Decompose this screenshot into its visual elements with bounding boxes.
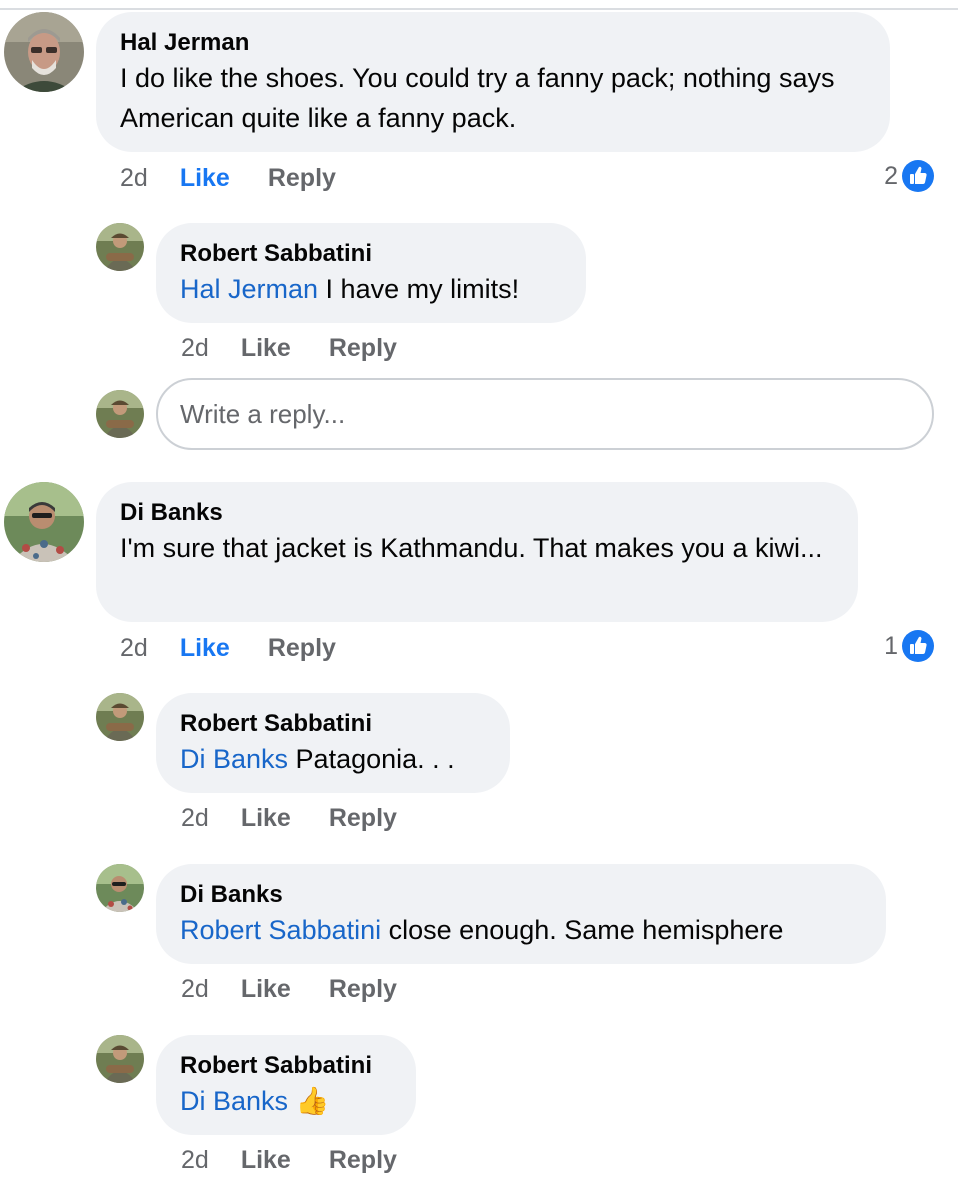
reply-actions: 2d Like Reply — [181, 972, 397, 1006]
comment-time[interactable]: 2d — [120, 634, 148, 663]
mention-link[interactable]: Hal Jerman — [180, 274, 318, 304]
reply-input-box[interactable] — [156, 378, 934, 450]
thumbs-up-icon — [902, 630, 934, 662]
thumbs-up-icon — [902, 160, 934, 192]
reply-author[interactable]: Di Banks — [180, 880, 862, 910]
reply-time[interactable]: 2d — [181, 1146, 209, 1175]
avatar-di-banks[interactable] — [4, 482, 84, 562]
comment-text: I do like the shoes. You could try a fan… — [120, 63, 835, 133]
reply-body: 👍 — [288, 1086, 330, 1116]
reply-time[interactable]: 2d — [181, 975, 209, 1004]
reply-input[interactable] — [180, 380, 900, 448]
reply-body: Patagonia. . . — [288, 744, 455, 774]
reply-time[interactable]: 2d — [181, 804, 209, 833]
reply-button[interactable]: Reply — [329, 804, 397, 833]
comment-bubble: Di Banks I'm sure that jacket is Kathman… — [96, 482, 858, 622]
reply-actions: 2d Like Reply — [181, 801, 397, 835]
reaction-summary[interactable]: 2 — [884, 158, 934, 194]
reply-text: Hal Jerman I have my limits! — [180, 269, 562, 309]
reply-button[interactable]: Reply — [329, 334, 397, 363]
reply-body: close enough. Same hemisphere — [381, 915, 784, 945]
like-button[interactable]: Like — [241, 334, 291, 363]
reply-button[interactable]: Reply — [268, 164, 336, 193]
like-button[interactable]: Like — [180, 634, 230, 663]
comment-bubble: Hal Jerman I do like the shoes. You coul… — [96, 12, 890, 152]
like-button[interactable]: Like — [241, 1146, 291, 1175]
avatar-current-user — [96, 390, 144, 438]
comment-actions: 2d Like Reply — [120, 631, 336, 665]
reply-button[interactable]: Reply — [329, 975, 397, 1004]
reply-author[interactable]: Robert Sabbatini — [180, 239, 562, 269]
avatar-robert-sabbatini[interactable] — [96, 693, 144, 741]
avatar-di-banks[interactable] — [96, 864, 144, 912]
reaction-summary[interactable]: 1 — [884, 628, 934, 664]
reply-author[interactable]: Robert Sabbatini — [180, 1051, 392, 1081]
top-divider — [0, 8, 958, 10]
reply-bubble: Di Banks Robert Sabbatini close enough. … — [156, 864, 886, 964]
reply-author[interactable]: Robert Sabbatini — [180, 709, 486, 739]
like-button[interactable]: Like — [241, 804, 291, 833]
reply-actions: 2d Like Reply — [181, 331, 397, 365]
reply-text: Di Banks 👍 — [180, 1081, 392, 1121]
reply-body: I have my limits! — [318, 274, 520, 304]
comment-author[interactable]: Di Banks — [120, 498, 834, 528]
avatar-hal-jerman[interactable] — [4, 12, 84, 92]
reply-actions: 2d Like Reply — [181, 1143, 397, 1177]
reply-text: Di Banks Patagonia. . . — [180, 739, 486, 779]
reply-button[interactable]: Reply — [268, 634, 336, 663]
comment-text: I'm sure that jacket is Kathmandu. That … — [120, 533, 823, 563]
mention-link[interactable]: Robert Sabbatini — [180, 915, 381, 945]
mention-link[interactable]: Di Banks — [180, 1086, 288, 1116]
comment-author[interactable]: Hal Jerman — [120, 28, 866, 58]
avatar-robert-sabbatini[interactable] — [96, 1035, 144, 1083]
reaction-count: 2 — [884, 161, 898, 190]
comment-time[interactable]: 2d — [120, 164, 148, 193]
reply-time[interactable]: 2d — [181, 334, 209, 363]
reply-button[interactable]: Reply — [329, 1146, 397, 1175]
reaction-count: 1 — [884, 631, 898, 660]
reply-text: Robert Sabbatini close enough. Same hemi… — [180, 910, 862, 950]
comment-actions: 2d Like Reply — [120, 161, 336, 195]
reply-bubble: Robert Sabbatini Hal Jerman I have my li… — [156, 223, 586, 323]
reply-bubble: Robert Sabbatini Di Banks Patagonia. . . — [156, 693, 510, 793]
avatar-robert-sabbatini[interactable] — [96, 223, 144, 271]
like-button[interactable]: Like — [180, 164, 230, 193]
reply-bubble: Robert Sabbatini Di Banks 👍 — [156, 1035, 416, 1135]
mention-link[interactable]: Di Banks — [180, 744, 288, 774]
like-button[interactable]: Like — [241, 975, 291, 1004]
